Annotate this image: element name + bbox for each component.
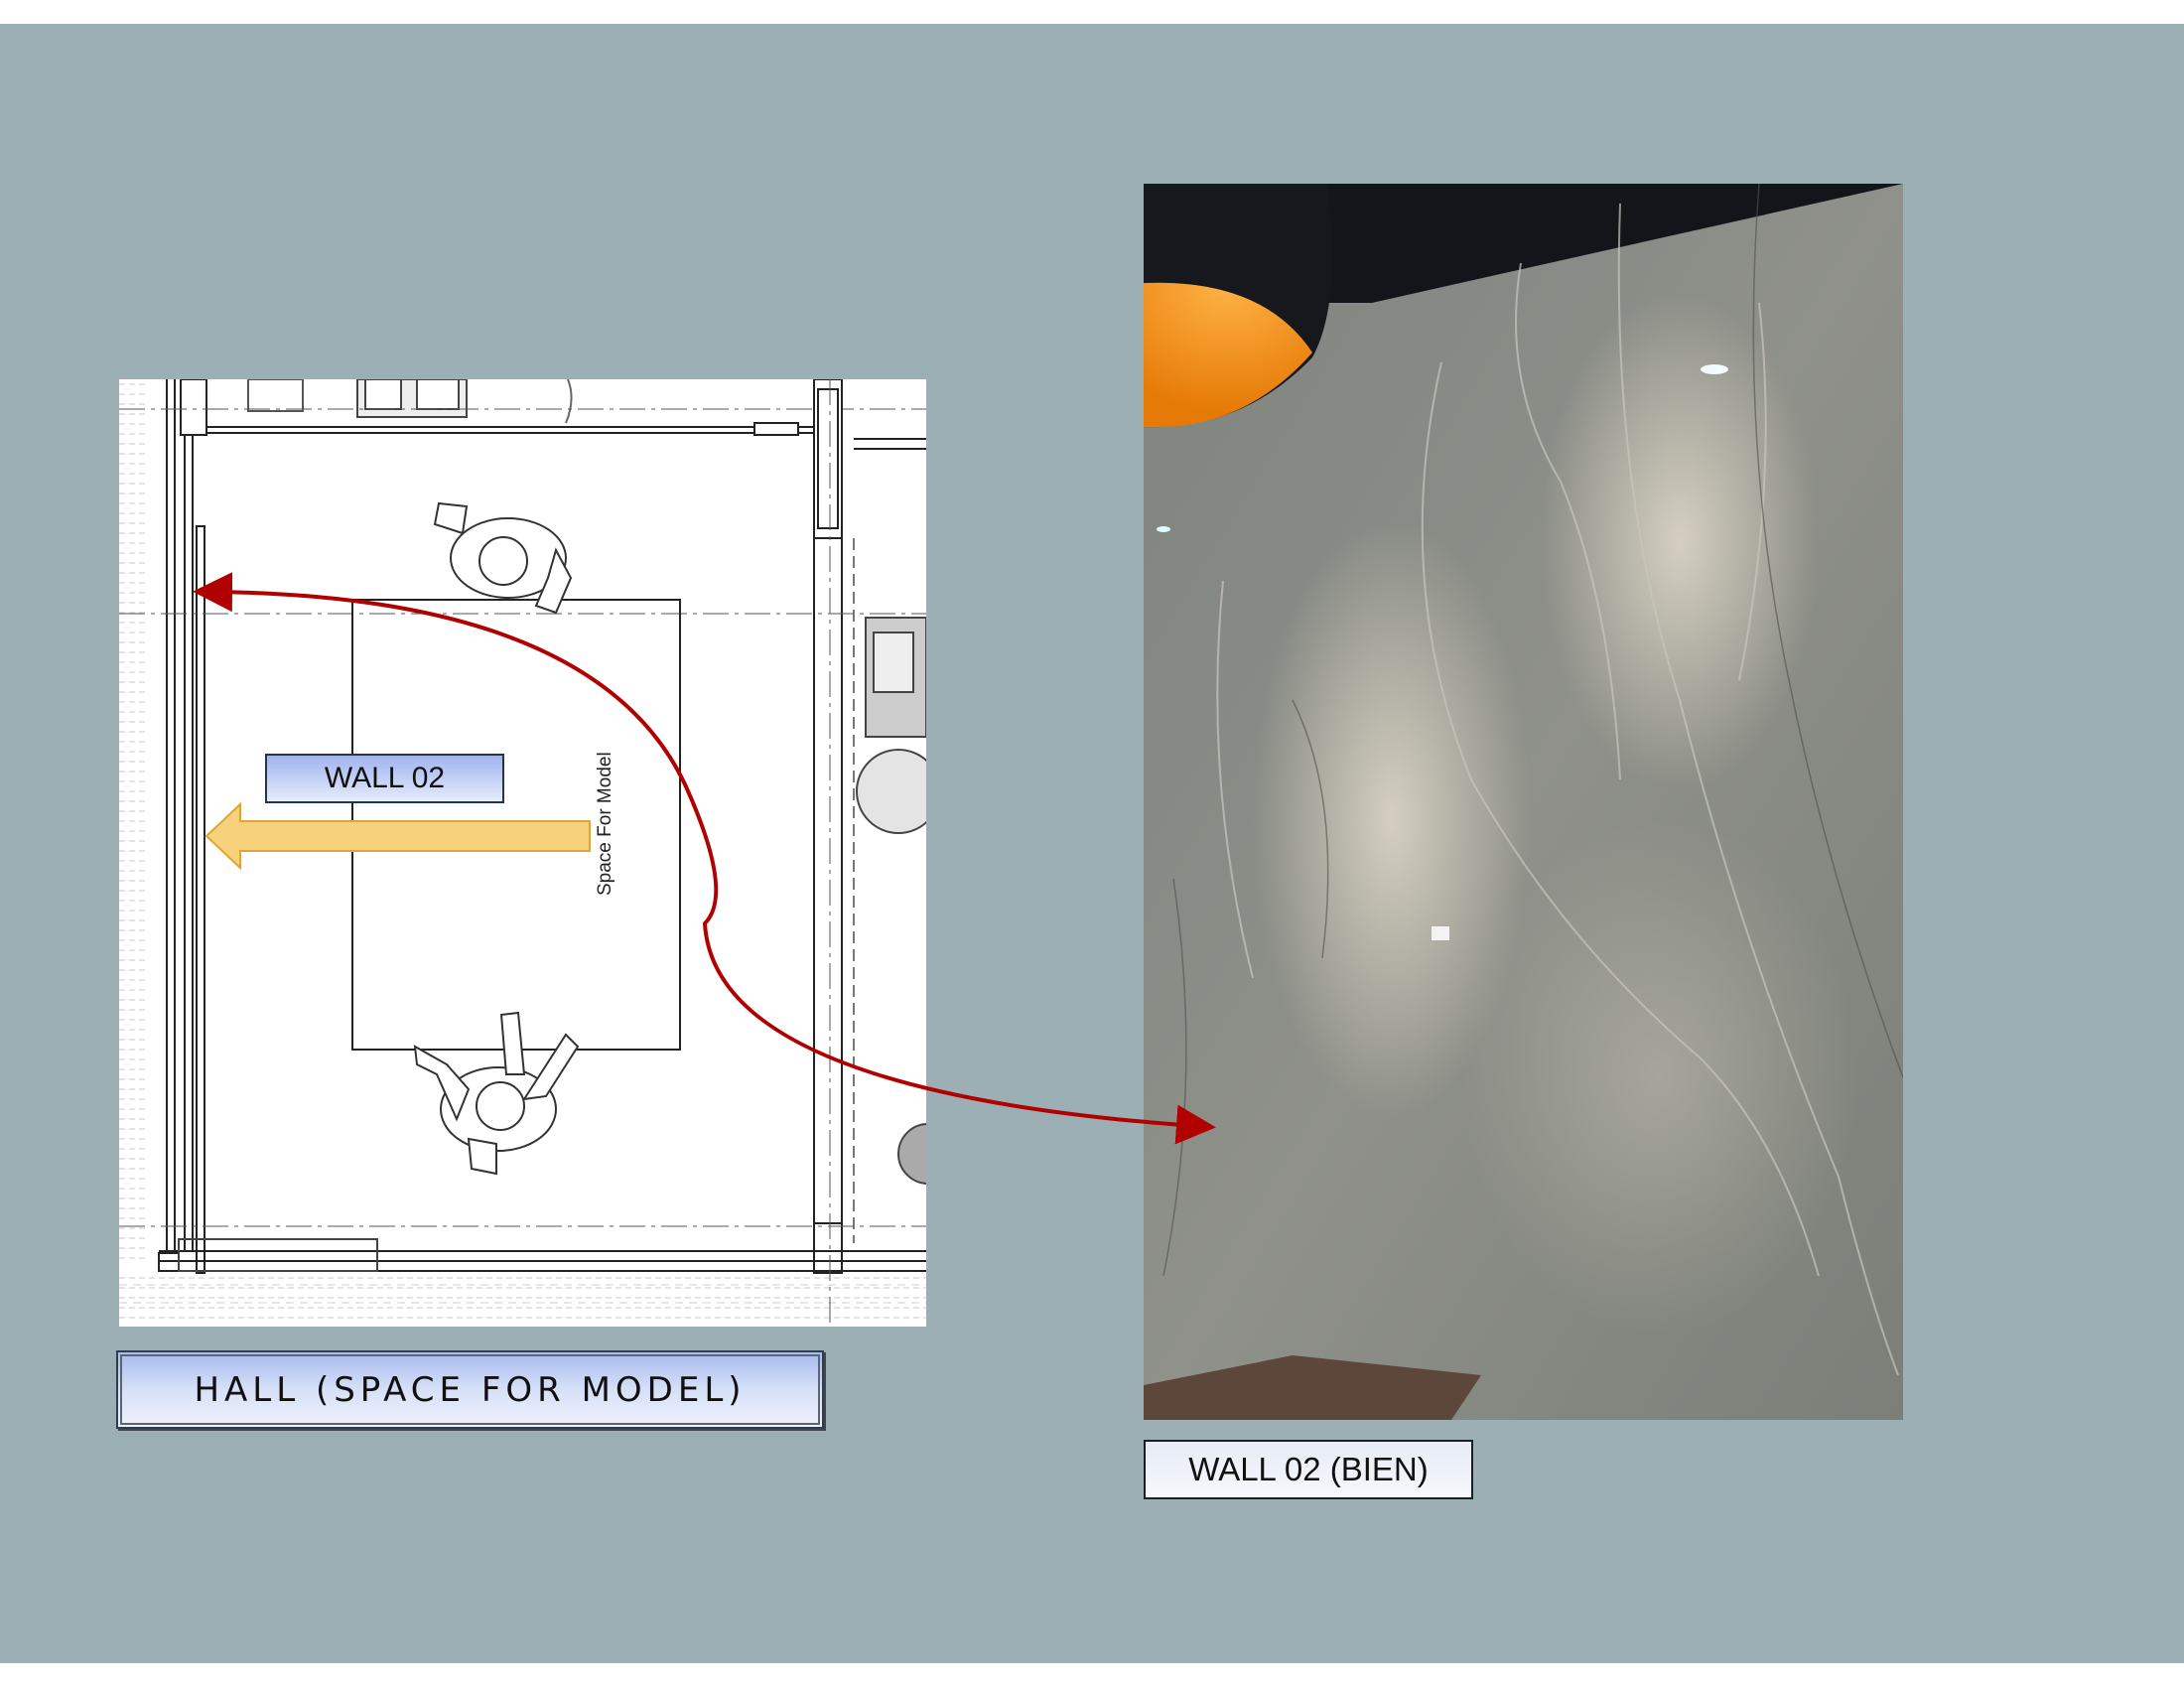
- wall-photo: [1144, 184, 1903, 1420]
- wall-caption: WALL 02 (BIEN): [1144, 1440, 1473, 1499]
- wall-02-tag: WALL 02: [265, 754, 504, 803]
- hall-caption: HALL (SPACE FOR MODEL): [116, 1350, 824, 1429]
- wall-sticker: [1432, 926, 1449, 940]
- floor-plan-drawing: Space For Model: [119, 379, 926, 1327]
- left-hatch-strip: [119, 379, 145, 1263]
- bottom-hatch-strip: [119, 1271, 926, 1327]
- model-space-label: Space For Model: [595, 752, 615, 896]
